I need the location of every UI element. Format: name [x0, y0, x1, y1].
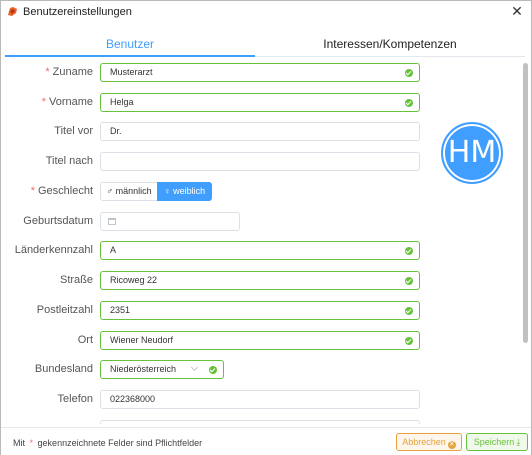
- titel-nach-input[interactable]: [100, 152, 420, 171]
- vorname-label-text: Vorname: [48, 96, 93, 108]
- scrollbar[interactable]: [521, 59, 529, 424]
- bundesland-value: Niederösterreich: [110, 364, 177, 374]
- strasse-label: Straße: [59, 274, 93, 286]
- laenderkennzahl-input[interactable]: A: [100, 241, 420, 260]
- tab-benutzer[interactable]: Benutzer: [5, 31, 255, 57]
- required-marker: *: [41, 96, 46, 108]
- row-telefon: Telefon 022368000: [5, 390, 425, 410]
- row-postleitzahl: Postleitzahl 2351: [5, 301, 425, 321]
- valid-check-icon: [405, 307, 413, 315]
- titel-vor-input[interactable]: Dr.: [100, 122, 420, 141]
- postleitzahl-label: Postleitzahl: [36, 304, 93, 316]
- telefon-input[interactable]: 022368000: [100, 390, 420, 409]
- ort-label: Ort: [77, 334, 93, 346]
- vorname-input[interactable]: Helga: [100, 93, 420, 112]
- strasse-input[interactable]: Ricoweg 22: [100, 271, 420, 290]
- geschlecht-label: * Geschlecht: [5, 185, 93, 197]
- ort-input[interactable]: Wiener Neudorf: [100, 331, 420, 350]
- scrollbar-thumb[interactable]: [523, 63, 528, 343]
- valid-check-icon: [405, 99, 413, 107]
- titel-vor-value: Dr.: [110, 126, 122, 136]
- bundesland-label: Bundesland: [34, 363, 93, 375]
- tab-bar: Benutzer Interessen/Kompetenzen: [5, 31, 525, 57]
- valid-check-icon: [405, 277, 413, 285]
- row-strasse: Straße Ricoweg 22: [5, 271, 425, 291]
- postleitzahl-input[interactable]: 2351: [100, 301, 420, 320]
- cancel-button[interactable]: Abbrechen ✕: [396, 433, 462, 451]
- row-geschlecht: * Geschlecht ♂ männlich ♀ weiblich: [5, 182, 425, 202]
- row-titel-vor: Titel vor Dr.: [5, 122, 425, 142]
- strasse-value: Ricoweg 22: [110, 275, 158, 285]
- row-vorname: * Vorname Helga: [5, 93, 425, 113]
- close-circle-icon: ✕: [447, 441, 456, 449]
- calendar-icon: [108, 218, 116, 225]
- valid-check-icon: [405, 69, 413, 77]
- postleitzahl-value: 2351: [110, 305, 131, 315]
- titlebar: Benutzereinstellungen ✕: [1, 1, 531, 23]
- gender-male-button[interactable]: ♂ männlich: [100, 182, 158, 201]
- zuname-input[interactable]: Musterarzt: [100, 63, 420, 82]
- row-bundesland: Bundesland Niederösterreich: [5, 360, 425, 380]
- valid-check-icon: [209, 366, 217, 374]
- settings-window: Benutzereinstellungen ✕ Benutzer Interes…: [0, 0, 532, 455]
- active-tab-indicator: [5, 55, 255, 57]
- required-fields-note: Mit * gekennzeichnete Felder sind Pflich…: [13, 438, 202, 448]
- note-suffix: gekennzeichnete Felder sind Pflichtfelde…: [37, 438, 203, 448]
- row-titel-nach: Titel nach: [5, 152, 425, 172]
- row-next-partial: [5, 420, 425, 424]
- save-button[interactable]: Speichern ⤓: [466, 433, 528, 451]
- zuname-value: Musterarzt: [110, 67, 153, 77]
- app-logo-icon: [8, 7, 17, 16]
- telefon-value: 022368000: [110, 394, 156, 404]
- ort-value: Wiener Neudorf: [110, 335, 174, 345]
- download-icon: ⤓: [516, 437, 521, 447]
- user-form: * Zuname Musterarzt * Vorname Helga Titel …: [5, 59, 525, 424]
- note-prefix: Mit: [13, 438, 25, 448]
- row-geburtsdatum: Geburtsdatum: [5, 212, 425, 232]
- cancel-label: Abbrechen: [402, 437, 446, 447]
- row-laenderkennzahl: Länderkennzahl A: [5, 241, 425, 261]
- required-marker: *: [45, 66, 50, 78]
- telefon-label: Telefon: [57, 393, 93, 405]
- vorname-label: * Vorname: [5, 96, 93, 108]
- close-icon[interactable]: ✕: [509, 3, 525, 19]
- zuname-label-text: Zuname: [52, 66, 93, 78]
- window-title: Benutzereinstellungen: [23, 6, 132, 18]
- valid-check-icon: [405, 247, 413, 255]
- row-zuname: * Zuname Musterarzt: [5, 63, 425, 83]
- geschlecht-label-text: Geschlecht: [37, 185, 93, 197]
- titel-vor-label: Titel vor: [54, 125, 93, 137]
- tab-interessen-kompetenzen[interactable]: Interessen/Kompetenzen: [255, 31, 525, 57]
- bundesland-select[interactable]: Niederösterreich: [100, 360, 224, 379]
- titel-nach-label: Titel nach: [45, 155, 93, 167]
- gender-female-button[interactable]: ♀ weiblich: [157, 182, 212, 201]
- save-label: Speichern: [473, 437, 515, 447]
- required-marker: *: [30, 185, 35, 197]
- zuname-label: * Zuname: [5, 66, 93, 78]
- next-input-partial[interactable]: [100, 420, 420, 424]
- avatar[interactable]: HM: [441, 122, 503, 184]
- vorname-value: Helga: [110, 97, 134, 107]
- row-ort: Ort Wiener Neudorf: [5, 331, 425, 351]
- geburtsdatum-date-picker[interactable]: [100, 212, 240, 231]
- footer: Mit * gekennzeichnete Felder sind Pflich…: [1, 427, 531, 455]
- laenderkennzahl-label: Länderkennzahl: [14, 244, 93, 256]
- chevron-down-icon: [190, 363, 199, 372]
- geburtsdatum-label: Geburtsdatum: [23, 215, 93, 227]
- required-marker: *: [29, 438, 34, 448]
- laenderkennzahl-value: A: [110, 245, 117, 255]
- valid-check-icon: [405, 337, 413, 345]
